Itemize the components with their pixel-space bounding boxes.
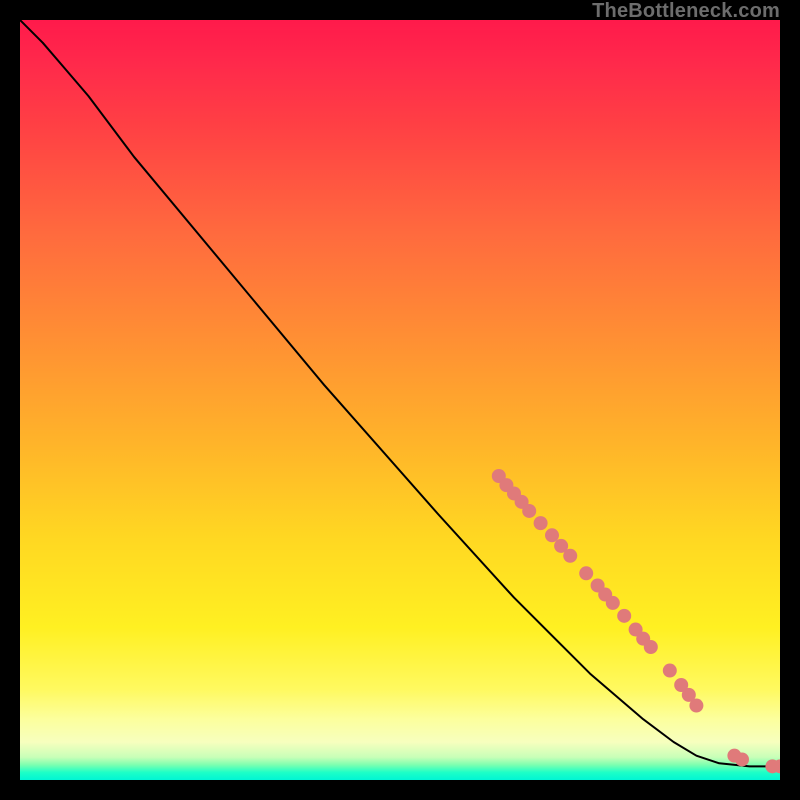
data-marker xyxy=(563,549,577,563)
curve-polyline xyxy=(20,20,780,766)
data-marker xyxy=(545,528,559,542)
data-marker xyxy=(579,566,593,580)
data-marker xyxy=(617,609,631,623)
curve-line xyxy=(20,20,780,766)
curve-markers xyxy=(492,469,780,773)
chart-frame: TheBottleneck.com xyxy=(0,0,800,800)
data-marker xyxy=(534,516,548,530)
plot-area xyxy=(20,20,780,780)
data-marker xyxy=(644,640,658,654)
data-marker xyxy=(663,664,677,678)
data-marker xyxy=(522,504,536,518)
data-marker xyxy=(735,752,749,766)
data-marker xyxy=(606,596,620,610)
chart-svg xyxy=(20,20,780,780)
data-marker xyxy=(689,699,703,713)
